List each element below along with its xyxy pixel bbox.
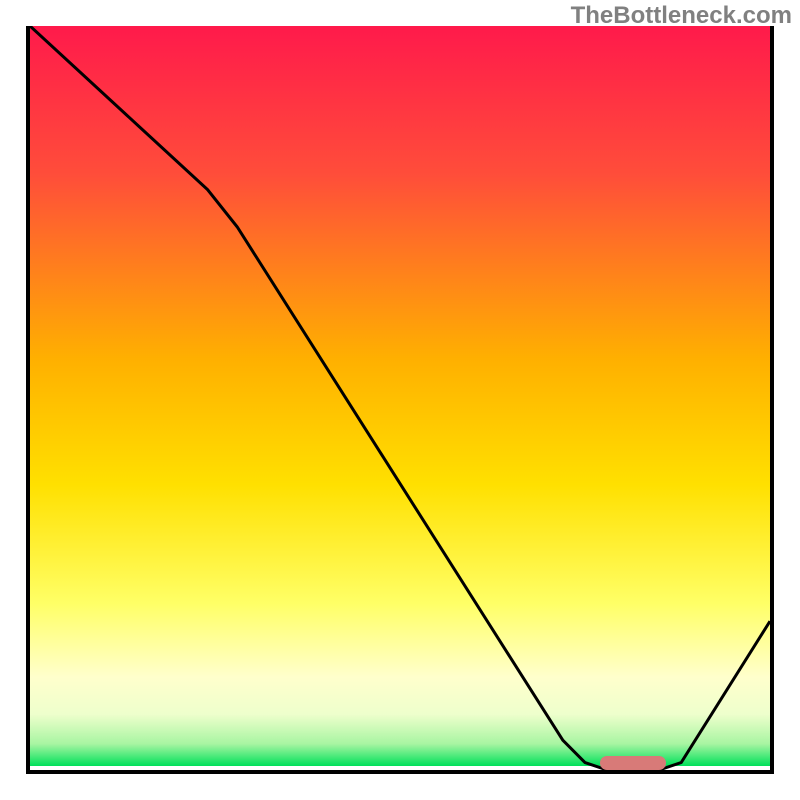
chart-plot-area	[26, 26, 774, 774]
bottleneck-curve-path	[30, 26, 770, 770]
optimal-range-marker	[600, 756, 667, 770]
watermark-text: TheBottleneck.com	[571, 2, 792, 30]
chart-curve	[30, 26, 770, 770]
